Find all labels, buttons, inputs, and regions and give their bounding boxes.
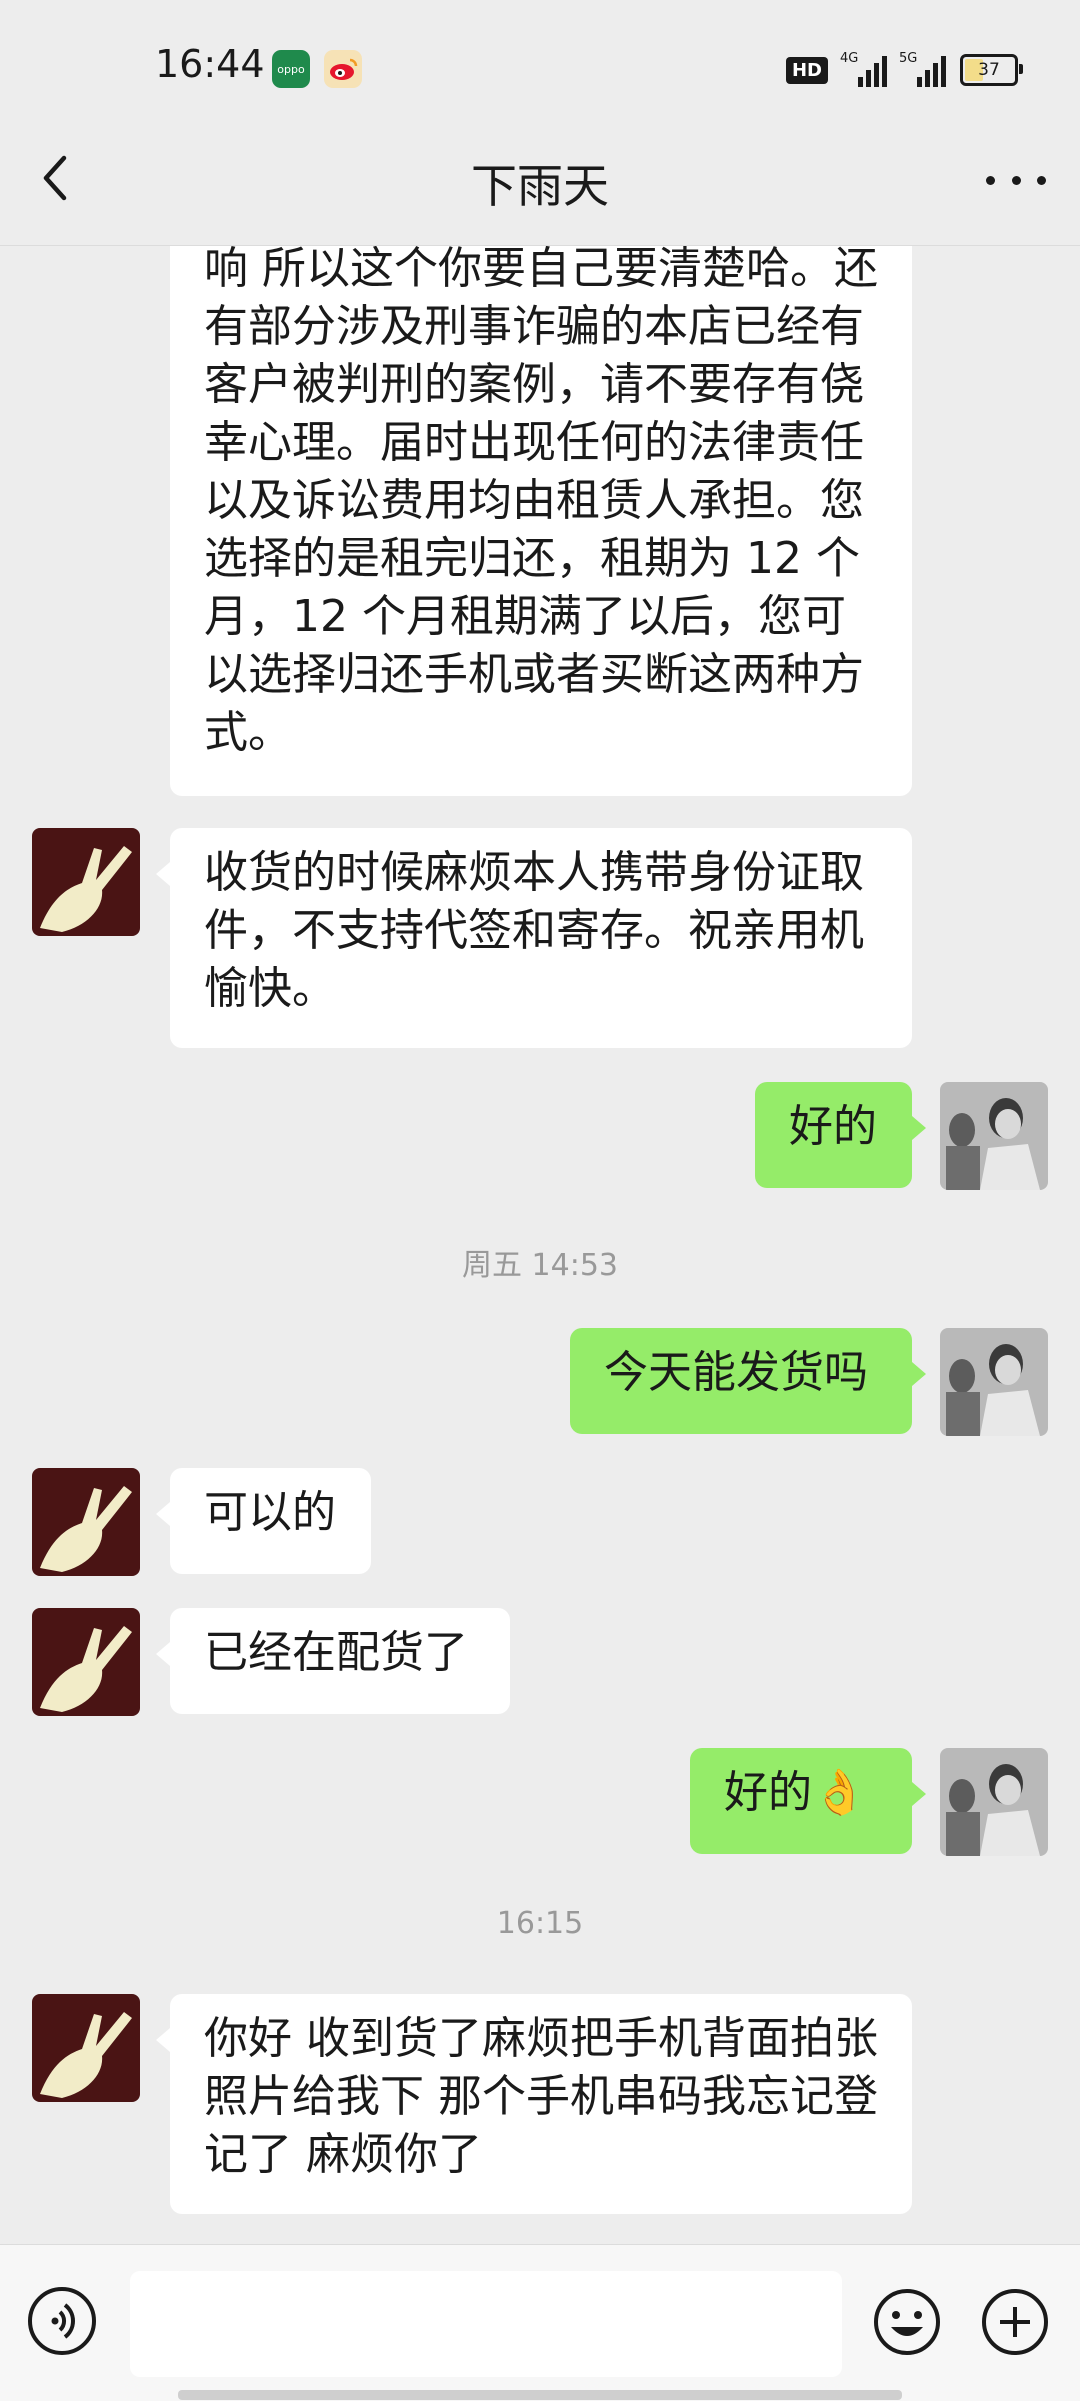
- incoming-message[interactable]: 你好 收到货了麻烦把手机背面拍张 照片给我下 那个手机串码我忘记登 记了 麻烦你…: [156, 1994, 912, 2214]
- contact-avatar[interactable]: [32, 828, 140, 936]
- timestamp: 周五 14:53: [462, 1248, 618, 1283]
- signal-4g-icon: 4G: [840, 51, 887, 87]
- more-dot-icon: [986, 175, 995, 185]
- outgoing-message[interactable]: 今天能发货吗: [570, 1328, 926, 1434]
- user-avatar[interactable]: [940, 1748, 1048, 1856]
- contact-avatar[interactable]: [32, 1994, 140, 2102]
- outgoing-message[interactable]: 好的: [755, 1082, 926, 1188]
- incoming-message[interactable]: 已经在配货了: [156, 1608, 510, 1714]
- hd-badge: HD: [785, 56, 828, 84]
- status-time: 16:44: [155, 42, 265, 86]
- message-input[interactable]: [130, 2271, 842, 2377]
- navigation-indicator[interactable]: [178, 2390, 902, 2400]
- chat-title: 下雨天: [471, 159, 609, 213]
- voice-icon: [51, 2303, 75, 2339]
- input-bar: [0, 2244, 1080, 2401]
- user-avatar[interactable]: [940, 1082, 1048, 1190]
- oppo-app-icon: oppo: [272, 50, 310, 88]
- more-options-button[interactable]: [986, 165, 1046, 195]
- incoming-message[interactable]: 收货的时候麻烦本人携带身份证取 件，不支持代签和寄存。祝亲用机 愉快。: [156, 828, 912, 1048]
- weibo-icon: [324, 50, 362, 88]
- timestamp: 16:15: [496, 1906, 584, 1941]
- incoming-message[interactable]: 响 所以这个你要自己要清楚哈。还 有部分涉及刑事诈骗的本店已经有 客户被判刑的案…: [170, 246, 912, 796]
- voice-input-button[interactable]: [28, 2287, 96, 2355]
- incoming-message[interactable]: 可以的: [156, 1468, 371, 1574]
- more-functions-button[interactable]: [980, 2287, 1050, 2357]
- emoji-icon: [874, 2289, 940, 2355]
- plus-icon: [982, 2289, 1048, 2355]
- contact-avatar[interactable]: [32, 1468, 140, 1576]
- emoji-button[interactable]: [872, 2287, 942, 2357]
- status-bar: 16:44 oppo HD 4G 5G 37: [0, 0, 1080, 140]
- outgoing-message[interactable]: 好的👌: [690, 1748, 926, 1854]
- contact-avatar[interactable]: [32, 1608, 140, 1716]
- battery-icon: 37: [960, 54, 1023, 86]
- signal-5g-icon: 5G: [899, 51, 946, 87]
- message-list[interactable]: 响 所以这个你要自己要清楚哈。还 有部分涉及刑事诈骗的本店已经有 客户被判刑的案…: [0, 246, 1080, 2244]
- user-avatar[interactable]: [940, 1328, 1048, 1436]
